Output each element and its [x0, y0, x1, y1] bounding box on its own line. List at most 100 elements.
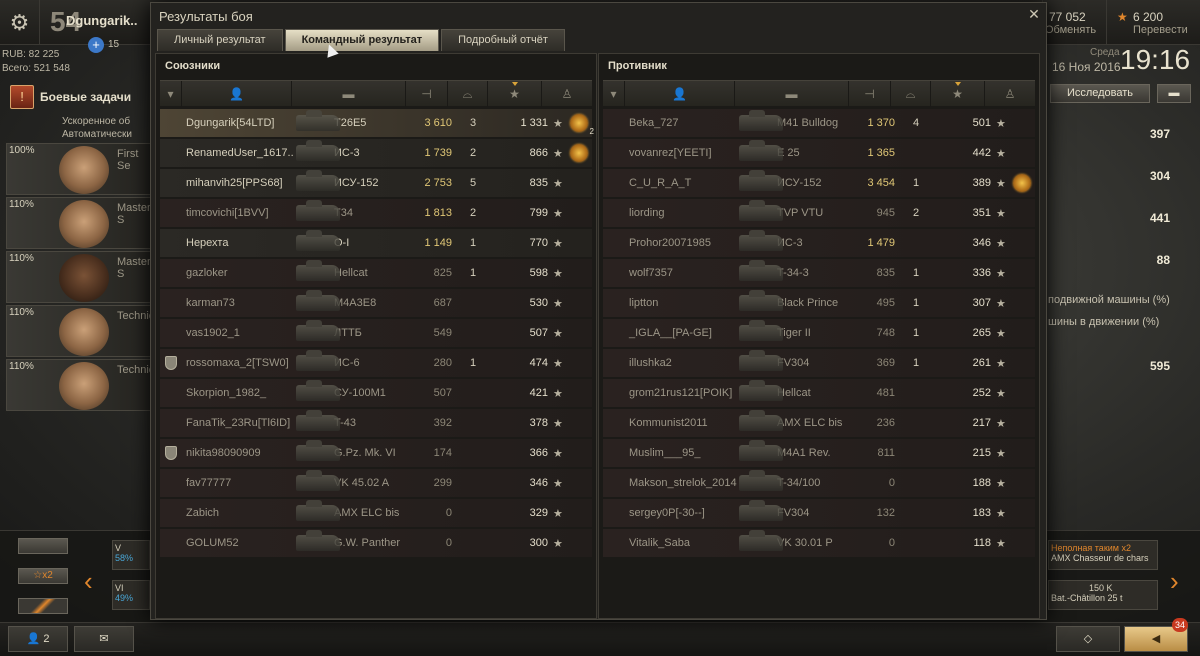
player-row[interactable]: Dgungarik[54LTD] T26E5 3 610 3 1 331 ★ 2	[160, 109, 594, 137]
vehicle-compare-button[interactable]: ◇	[1056, 626, 1120, 652]
settings-gear-icon[interactable]: ⚙	[0, 0, 40, 45]
premium-plus-icon[interactable]: +	[88, 37, 104, 53]
player-name[interactable]: Dgungarik..	[66, 13, 138, 28]
enemies-rows: Beka_727 M41 Bulldog 1 370 4 501 ★ vovanrez[Y…	[603, 109, 1035, 559]
player-row[interactable]: Zabich AMX ELC bis 0 329 ★	[160, 499, 592, 527]
player-row[interactable]: liording TVP VTU 945 2 351 ★	[603, 199, 1035, 227]
player-row[interactable]: Нерехта O-I 1 149 1 770 ★	[160, 229, 592, 257]
damage-col-icon[interactable]: ⊣	[849, 81, 891, 107]
player-col-icon[interactable]: 👤	[182, 81, 292, 107]
tank-card[interactable]: Неполная таким x2 AMX Chasseur de chars	[1048, 540, 1158, 570]
close-icon[interactable]: ✕	[1026, 6, 1042, 22]
xp-star-icon: ★	[993, 357, 1006, 370]
player-row[interactable]: nikita98090909 G.Pz. Mk. VI 174 366 ★	[160, 439, 592, 467]
player-row[interactable]: grom21rus121[POIK] Hellcat 481 252 ★	[603, 379, 1035, 407]
player-row[interactable]: illushka2 FV304 369 1 261 ★	[603, 349, 1035, 377]
player-name: grom21rus121[POIK]	[629, 387, 733, 399]
tab-detailed[interactable]: Подробный отчёт	[441, 29, 565, 51]
xp-value: 118	[973, 537, 991, 549]
crew-member[interactable]: 110% Master S	[6, 197, 152, 249]
player-row[interactable]: RenamedUser_1617.. ИС-3 1 739 2 866 ★	[160, 139, 592, 167]
medal-col-icon[interactable]: ♙	[985, 81, 1035, 107]
xp-star-icon: ★	[550, 387, 563, 400]
card-event: Неполная таким	[1051, 543, 1119, 553]
xp-col-star-icon[interactable]: ★	[488, 81, 542, 107]
stat-value: 397	[1149, 127, 1170, 141]
player-row[interactable]: fav77777 VK 45.02 A 299 346 ★	[160, 469, 592, 497]
player-row[interactable]: Makson_strelok_2014 T-34/100 0 188 ★	[603, 469, 1035, 497]
battle-tasks-button[interactable]: ! Боевые задачи	[10, 82, 150, 112]
tab-team[interactable]: Командный результат	[284, 29, 440, 51]
player-row[interactable]: Muslim___95_ M4A1 Rev. 811 215 ★	[603, 439, 1035, 467]
tank-icon	[296, 470, 340, 496]
transfer-link[interactable]: Перевести	[1133, 24, 1188, 36]
tank-icon	[296, 290, 340, 316]
tank-name: M4A1 Rev.	[777, 447, 831, 459]
tank-card[interactable]: VI 49%	[112, 580, 150, 610]
tank-filter-button[interactable]	[18, 538, 68, 554]
player-row[interactable]: Kommunist2011 AMX ELC bis 236 217 ★	[603, 409, 1035, 437]
tab-personal[interactable]: Личный результат	[157, 29, 283, 51]
kills-col-icon[interactable]: ⌓	[891, 81, 931, 107]
tank-info-icon[interactable]: ▬	[1157, 84, 1191, 103]
squad-button[interactable]: 👤 2	[8, 626, 68, 652]
player-row[interactable]: Skorpion_1982_ СУ-100М1 507 421 ★	[160, 379, 592, 407]
medal-col-icon[interactable]: ♙	[542, 81, 592, 107]
damage-col-icon[interactable]: ⊣	[406, 81, 448, 107]
damage-value: 549	[433, 327, 452, 339]
player-row[interactable]: _IGLA__[PA-GE] Tiger II 748 1 265 ★	[603, 319, 1035, 347]
crew-top-options[interactable]: Ускоренное об Автоматически	[10, 116, 152, 142]
tank-card[interactable]: V 58%	[112, 540, 150, 570]
carousel-left-arrow-icon[interactable]: ‹	[84, 566, 93, 597]
tank-col-icon[interactable]: ▬	[735, 81, 849, 107]
kills-col-icon[interactable]: ⌓	[448, 81, 488, 107]
player-row[interactable]: gazloker Hellcat 825 1 598 ★	[160, 259, 592, 287]
event-filter-button[interactable]	[18, 598, 68, 614]
player-row[interactable]: FanaTik_23Ru[Tl6ID] T-43 392 378 ★	[160, 409, 592, 437]
player-row[interactable]: karman73 M4A3E8 687 530 ★	[160, 289, 592, 317]
platoon-col-icon[interactable]: ▾	[603, 81, 625, 107]
player-row[interactable]: timcovichi[1BVV] T34 1 813 2 799 ★	[160, 199, 592, 227]
star-icon: ☆	[33, 570, 43, 581]
player-row[interactable]: GOLUM52 G.W. Panther 0 300 ★	[160, 529, 592, 557]
credits-box[interactable]: 77 052 Обменять	[1042, 0, 1105, 45]
chat-button[interactable]: ✉	[74, 626, 134, 652]
xp-value: 261	[972, 357, 991, 369]
tank-col-icon[interactable]: ▬	[292, 81, 406, 107]
xp-col-star-icon[interactable]: ★	[931, 81, 985, 107]
player-row[interactable]: C_U_R_A_T ИСУ-152 3 454 1 389 ★	[603, 169, 1035, 197]
medal-icon[interactable]: 2	[570, 114, 594, 136]
research-button[interactable]: Исследовать	[1050, 84, 1150, 103]
player-name: Dgungarik[54LTD]	[186, 117, 275, 129]
player-row[interactable]: vas1902_1 ЛТТБ 549 507 ★	[160, 319, 592, 347]
crew-member[interactable]: 110% Technica	[6, 305, 160, 357]
crew-member[interactable]: 110% Technica	[6, 359, 160, 411]
player-row[interactable]: wolf7357 T-34-3 835 1 336 ★	[603, 259, 1035, 287]
exchange-link[interactable]: Обменять	[1045, 24, 1096, 36]
xp-value: 501	[972, 117, 991, 129]
damage-value: 174	[433, 447, 452, 459]
multiplier-label: x2	[42, 570, 53, 581]
medal-icon[interactable]	[570, 144, 588, 162]
player-row[interactable]: Prohor20071985 ИС-3 1 479 346 ★	[603, 229, 1035, 257]
medal-icon[interactable]	[1013, 174, 1031, 192]
player-row[interactable]: Beka_727 M41 Bulldog 1 370 4 501 ★	[603, 109, 1035, 137]
battle-tasks-icon: !	[10, 85, 34, 109]
player-row[interactable]: mihanvih25[PPS68] ИСУ-152 2 753 5 835 ★	[160, 169, 592, 197]
tank-name: Hellcat	[777, 387, 811, 399]
date: 16 Ноя 2016	[1052, 60, 1121, 74]
tank-icon	[739, 380, 783, 406]
multiplier-filter-button[interactable]: ☆x2	[18, 568, 68, 584]
crew-member[interactable]: 100% First Se	[6, 143, 152, 195]
player-col-icon[interactable]: 👤	[625, 81, 735, 107]
player-row[interactable]: sergey0P[-30--] FV304 132 183 ★	[603, 499, 1035, 527]
platoon-col-icon[interactable]: ▾	[160, 81, 182, 107]
crew-member[interactable]: 110% Master S	[6, 251, 152, 303]
player-row[interactable]: vovanrez[YEETI] E 25 1 365 442 ★	[603, 139, 1035, 167]
player-row[interactable]: liptton Black Prince 495 1 307 ★	[603, 289, 1035, 317]
tank-card[interactable]: 150 K Bat.-Châtillon 25 t	[1048, 580, 1158, 610]
carousel-right-arrow-icon[interactable]: ›	[1170, 566, 1179, 597]
player-row[interactable]: rossomaxa_2[TSW0] ИС-6 280 1 474 ★	[160, 349, 592, 377]
gold-box[interactable]: ★ 6 200 Перевести	[1106, 0, 1200, 45]
player-row[interactable]: Vitalik_Saba VK 30.01 P 0 118 ★	[603, 529, 1035, 557]
